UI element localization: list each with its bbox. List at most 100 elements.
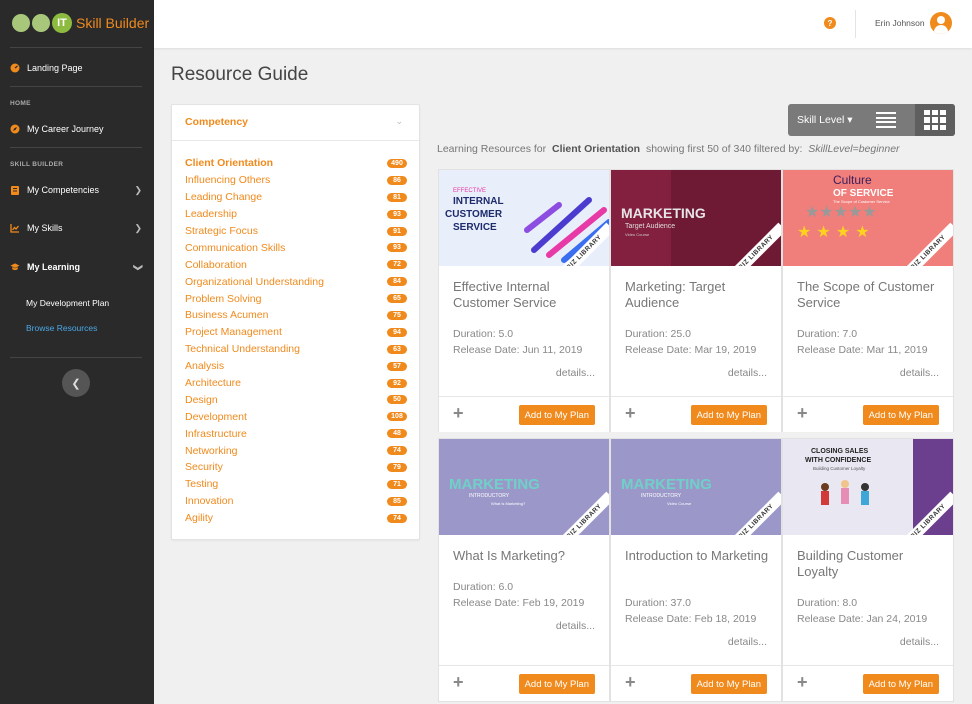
page-title: Resource Guide	[171, 64, 309, 85]
plus-icon[interactable]: +	[453, 672, 464, 693]
add-to-plan-button[interactable]: Add to My Plan	[862, 405, 939, 425]
competency-count-badge: 92	[387, 378, 407, 388]
sidebar-item-label: Landing Page	[27, 63, 83, 73]
competency-name: Development	[185, 410, 247, 423]
sidebar-item-label: My Skills	[27, 223, 63, 233]
resource-card[interactable]: EFFECTIVE INTERNAL CUSTOMER SERVICE BIZ LIBR…	[438, 169, 610, 432]
skill-level-dropdown[interactable]: Skill Level ▾	[797, 114, 865, 126]
competency-item[interactable]: Influencing Others 86	[185, 172, 407, 189]
resource-duration: Duration: 5.0	[453, 328, 514, 340]
sidebar-item-career[interactable]: My Career Journey	[10, 120, 144, 138]
competency-name: Innovation	[185, 495, 234, 508]
plus-icon[interactable]: +	[797, 403, 808, 424]
resource-duration: Duration: 7.0	[797, 328, 858, 340]
competency-item[interactable]: Networking 74	[185, 442, 407, 459]
competency-item[interactable]: Client Orientation 490	[185, 155, 407, 172]
resource-title[interactable]: Effective Internal Customer Service	[453, 279, 603, 311]
competency-item[interactable]: Organizational Understanding 84	[185, 273, 407, 290]
details-link[interactable]: details...	[728, 636, 767, 648]
resource-title[interactable]: Marketing: Target Audience	[625, 279, 775, 311]
resource-thumbnail[interactable]: MARKETING Target Audience Video Course BIZ …	[611, 170, 781, 266]
chevron-down-icon[interactable]: ⌄	[395, 116, 403, 127]
competency-name: Strategic Focus	[185, 225, 258, 237]
resource-title[interactable]: The Scope of Customer Service	[797, 279, 947, 311]
plus-icon[interactable]: +	[797, 672, 808, 693]
details-link[interactable]: details...	[900, 636, 939, 648]
grid-view-icon[interactable]	[915, 104, 955, 136]
competency-item[interactable]: Project Management 94	[185, 324, 407, 341]
svg-text:What is Marketing?: What is Marketing?	[491, 501, 526, 506]
competency-header[interactable]: Competency ⌄	[172, 105, 419, 141]
plus-icon[interactable]: +	[625, 672, 636, 693]
details-link[interactable]: details...	[556, 620, 595, 632]
plus-icon[interactable]: +	[625, 403, 636, 424]
resource-card[interactable]: MARKETING INTRODUCTORY What is Marketing? B…	[438, 438, 610, 702]
competency-item[interactable]: Security 79	[185, 459, 407, 476]
competency-item[interactable]: Architecture 92	[185, 375, 407, 392]
competency-name: Collaboration	[185, 258, 247, 271]
resource-thumbnail[interactable]: MARKETING INTRODUCTORY What is Marketing? B…	[439, 439, 609, 535]
competency-name: Project Management	[185, 326, 282, 339]
help-icon[interactable]: ?	[824, 17, 836, 29]
avatar[interactable]	[930, 12, 952, 34]
svg-text:★ ★ ★ ★: ★ ★ ★ ★	[797, 222, 870, 241]
resource-card[interactable]: Culture OF SERVICE ★★★★★ ★ ★ ★ ★ The Scope o…	[782, 169, 954, 432]
competency-item[interactable]: Business Acumen 75	[185, 307, 407, 324]
logo[interactable]: IT Skill Builder	[12, 12, 149, 34]
details-link[interactable]: details...	[900, 367, 939, 379]
details-link[interactable]: details...	[556, 367, 595, 379]
competency-item[interactable]: Testing 71	[185, 476, 407, 493]
competency-count-badge: 74	[387, 446, 407, 456]
competency-count-badge: 93	[387, 243, 407, 253]
sidebar-subitem-dev-plan[interactable]: My Development Plan	[26, 298, 109, 308]
resource-thumbnail[interactable]: Culture OF SERVICE ★★★★★ ★ ★ ★ ★ The Scope o…	[783, 170, 953, 266]
resource-thumbnail[interactable]: CLOSING SALES WITH CONFIDENCE Building Cus…	[783, 439, 953, 535]
sidebar-subitem-browse-resources[interactable]: Browse Resources	[26, 323, 97, 333]
sidebar-item-skills[interactable]: My Skills ❯	[10, 219, 144, 237]
competency-item[interactable]: Design 50	[185, 391, 407, 408]
competency-title: Competency	[185, 116, 249, 128]
competency-item[interactable]: Agility 74	[185, 510, 407, 527]
competency-item[interactable]: Innovation 85	[185, 493, 407, 510]
sidebar-item-competencies[interactable]: My Competencies ❯	[10, 181, 144, 199]
competency-item[interactable]: Communication Skills 93	[185, 239, 407, 256]
collapse-sidebar-button[interactable]: ❮	[62, 369, 90, 397]
add-to-plan-button[interactable]: Add to My Plan	[518, 674, 595, 694]
resource-title[interactable]: Introduction to Marketing	[625, 548, 775, 564]
resource-title[interactable]: Building Customer Loyalty	[797, 548, 947, 580]
add-to-plan-button[interactable]: Add to My Plan	[518, 405, 595, 425]
resource-card[interactable]: MARKETING Target Audience Video Course BIZ …	[610, 169, 782, 432]
competency-count-badge: 48	[387, 429, 407, 439]
competency-item[interactable]: Collaboration 72	[185, 256, 407, 273]
resource-card[interactable]: CLOSING SALES WITH CONFIDENCE Building Cus…	[782, 438, 954, 702]
resource-thumbnail[interactable]: MARKETING INTRODUCTORY Video Course BIZ LIB…	[611, 439, 781, 535]
sidebar-item-learning[interactable]: My Learning ❯	[10, 258, 144, 276]
list-view-icon[interactable]	[875, 109, 897, 131]
resource-title[interactable]: What Is Marketing?	[453, 548, 603, 564]
competency-item[interactable]: Development 108	[185, 408, 407, 425]
competency-count-badge: 65	[387, 294, 407, 304]
competency-item[interactable]: Problem Solving 65	[185, 290, 407, 307]
add-to-plan-button[interactable]: Add to My Plan	[862, 674, 939, 694]
details-link[interactable]: details...	[728, 367, 767, 379]
svg-text:INTRODUCTORY: INTRODUCTORY	[469, 493, 510, 499]
add-to-plan-button[interactable]: Add to My Plan	[690, 674, 767, 694]
resource-thumbnail[interactable]: EFFECTIVE INTERNAL CUSTOMER SERVICE BIZ LIBR…	[439, 170, 609, 266]
competency-item[interactable]: Infrastructure 48	[185, 425, 407, 442]
competency-item[interactable]: Technical Understanding 63	[185, 341, 407, 358]
competency-item[interactable]: Strategic Focus 91	[185, 223, 407, 240]
card-footer: + Add to My Plan	[439, 396, 609, 432]
resource-card[interactable]: MARKETING INTRODUCTORY Video Course BIZ LIB…	[610, 438, 782, 702]
competency-item[interactable]: Leading Change 81	[185, 189, 407, 206]
competency-item[interactable]: Analysis 57	[185, 358, 407, 375]
sidebar-item-landing[interactable]: Landing Page	[10, 59, 144, 77]
add-to-plan-button[interactable]: Add to My Plan	[690, 405, 767, 425]
plus-icon[interactable]: +	[453, 403, 464, 424]
user-name[interactable]: Erin Johnson	[875, 18, 925, 28]
competency-count-badge: 108	[387, 412, 407, 422]
svg-text:CLOSING SALES: CLOSING SALES	[811, 448, 869, 455]
svg-text:MARKETING: MARKETING	[449, 476, 540, 493]
svg-text:Video Course: Video Course	[625, 232, 650, 237]
chevron-down-icon: ❯	[133, 263, 144, 271]
competency-item[interactable]: Leadership 93	[185, 206, 407, 223]
